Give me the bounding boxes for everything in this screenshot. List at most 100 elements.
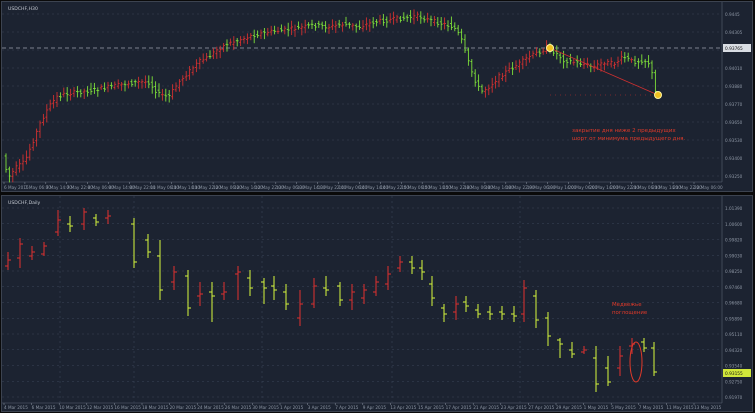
ohlc-bar[interactable] <box>324 21 327 33</box>
ohlc-bar[interactable] <box>422 15 426 23</box>
ohlc-bar[interactable] <box>541 48 545 55</box>
ohlc-bar[interactable] <box>555 45 559 60</box>
ohlc-bar[interactable] <box>439 17 443 31</box>
ohlc-bar[interactable] <box>293 24 297 37</box>
ohlc-bar[interactable] <box>133 79 137 87</box>
ohlc-bar[interactable] <box>256 30 259 39</box>
ohlc-bar[interactable] <box>157 240 163 300</box>
ohlc-bar[interactable] <box>283 25 287 35</box>
ohlc-bar[interactable] <box>120 82 123 91</box>
ohlc-bar[interactable] <box>521 56 525 70</box>
ohlc-bar[interactable] <box>641 338 647 352</box>
ohlc-bar[interactable] <box>65 87 69 102</box>
ohlc-bar[interactable] <box>535 47 538 57</box>
ohlc-bar[interactable] <box>55 91 59 108</box>
ohlc-bar[interactable] <box>460 28 463 44</box>
ohlc-bar[interactable] <box>286 22 290 37</box>
ohlc-bar[interactable] <box>467 47 470 66</box>
ohlc-bar[interactable] <box>137 76 140 89</box>
ohlc-bar[interactable] <box>373 276 379 296</box>
ohlc-bar[interactable] <box>501 72 504 81</box>
ohlc-bar[interactable] <box>198 57 202 70</box>
pattern-highlight-ellipse[interactable] <box>629 341 643 383</box>
ohlc-bar[interactable] <box>575 55 579 68</box>
ohlc-bar[interactable] <box>76 86 79 98</box>
ohlc-bar[interactable] <box>52 94 55 109</box>
ohlc-bar[interactable] <box>557 338 563 358</box>
ohlc-bar[interactable] <box>181 75 185 86</box>
ohlc-bar[interactable] <box>371 17 375 29</box>
ohlc-bar[interactable] <box>222 43 225 53</box>
ohlc-bar[interactable] <box>650 60 654 80</box>
ohlc-bar[interactable] <box>106 81 110 93</box>
ohlc-bar[interactable] <box>633 55 637 67</box>
ohlc-bar[interactable] <box>572 58 576 66</box>
ohlc-bar[interactable] <box>144 75 147 89</box>
ohlc-bar[interactable] <box>110 82 113 90</box>
ohlc-bar[interactable] <box>490 77 494 93</box>
ohlc-bar[interactable] <box>354 23 358 33</box>
ohlc-bar[interactable] <box>581 346 587 354</box>
ohlc-bar[interactable] <box>273 25 276 35</box>
ohlc-bar[interactable] <box>375 19 378 27</box>
ohlc-bar[interactable] <box>409 10 412 23</box>
ohlc-bar[interactable] <box>402 12 406 21</box>
ohlc-bar[interactable] <box>409 256 415 274</box>
ohlc-bar[interactable] <box>579 58 582 68</box>
ohlc-bar[interactable] <box>140 79 144 89</box>
ohlc-bar[interactable] <box>494 75 497 89</box>
ohlc-bar[interactable] <box>605 356 611 386</box>
ohlc-bar[interactable] <box>521 280 527 322</box>
ohlc-bar[interactable] <box>514 60 518 70</box>
ohlc-bar[interactable] <box>311 278 317 308</box>
ohlc-bar[interactable] <box>524 53 528 67</box>
ohlc-bar[interactable] <box>569 53 572 65</box>
ohlc-bar[interactable] <box>528 50 531 63</box>
ohlc-bar[interactable] <box>518 59 521 73</box>
ohlc-bar[interactable] <box>626 52 630 62</box>
ohlc-bar[interactable] <box>419 260 425 280</box>
ohlc-bar[interactable] <box>81 208 87 230</box>
ohlc-bar[interactable] <box>463 296 469 312</box>
ohlc-bar[interactable] <box>297 21 300 30</box>
ohlc-bar[interactable] <box>11 167 15 183</box>
ohlc-bar[interactable] <box>499 306 505 320</box>
ohlc-bar[interactable] <box>361 284 367 304</box>
ohlc-bar[interactable] <box>531 50 535 59</box>
ohlc-bar[interactable] <box>317 20 321 28</box>
ohlc-bar[interactable] <box>365 17 368 31</box>
ohlc-bar[interactable] <box>59 92 62 102</box>
ohlc-bar[interactable] <box>484 86 487 98</box>
ohlc-bar[interactable] <box>487 306 493 320</box>
ohlc-bar[interactable] <box>382 14 385 26</box>
ohlc-bar[interactable] <box>300 23 304 36</box>
ohlc-bar[interactable] <box>647 55 650 68</box>
ohlc-bar[interactable] <box>456 24 460 36</box>
ohlc-bar[interactable] <box>178 79 181 92</box>
ohlc-bar[interactable] <box>209 282 215 322</box>
ohlc-bar[interactable] <box>116 79 120 89</box>
ohlc-bar[interactable] <box>654 69 657 96</box>
h30-chart[interactable]: 0.94450.943050.941500.940100.938800.9377… <box>2 2 752 191</box>
ohlc-bar[interactable] <box>167 90 171 103</box>
ohlc-bar[interactable] <box>630 57 633 63</box>
ohlc-bar[interactable] <box>593 346 599 392</box>
ohlc-bar[interactable] <box>247 270 253 296</box>
ohlc-bar[interactable] <box>221 282 227 300</box>
ohlc-bar[interactable] <box>511 306 517 322</box>
ohlc-bar[interactable] <box>307 22 310 29</box>
ohlc-bar[interactable] <box>157 83 161 98</box>
ohlc-bar[interactable] <box>171 84 174 100</box>
ohlc-bar[interactable] <box>397 256 403 272</box>
ohlc-bar[interactable] <box>41 242 47 256</box>
ohlc-bar[interactable] <box>45 104 49 123</box>
ohlc-bar[interactable] <box>589 63 593 73</box>
ohlc-bar[interactable] <box>640 54 644 65</box>
ohlc-bar[interactable] <box>215 46 219 59</box>
ohlc-bar[interactable] <box>419 11 423 24</box>
ohlc-bar[interactable] <box>105 210 111 224</box>
ohlc-bar[interactable] <box>558 52 562 64</box>
ohlc-bar[interactable] <box>348 22 351 29</box>
ohlc-bar[interactable] <box>385 16 389 28</box>
ohlc-bar[interactable] <box>334 20 338 34</box>
